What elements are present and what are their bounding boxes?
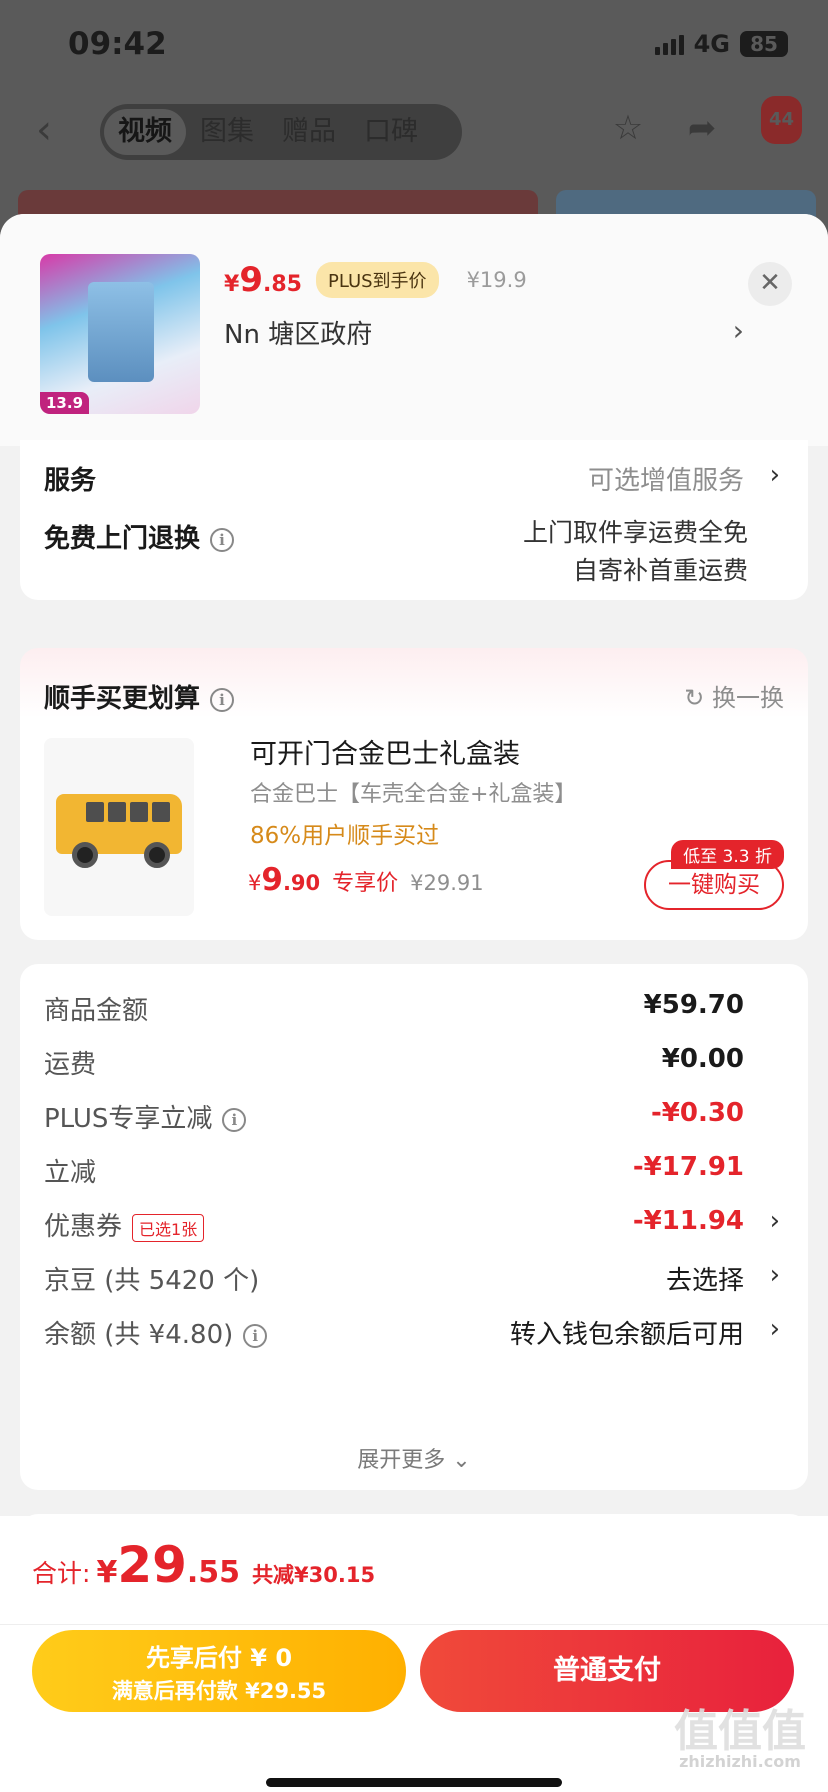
chevron-right-icon: › [732,314,744,347]
chevron-right-icon: › [769,1206,780,1236]
message-count-badge: 44 [760,96,802,144]
close-button[interactable]: ✕ [748,262,792,306]
fee-value: ¥59.70 [643,990,744,1020]
coupon-row-label[interactable]: 优惠券 已选1张 [44,1206,205,1243]
free-return-label: 免费上门退换 i [44,518,235,555]
recommend-social-proof: 86%用户顺手买过 [250,823,440,849]
address-text: Nn 塘区政府 [224,320,373,350]
product-thumbnail: 13.9 [40,254,200,414]
exclusive-price-tag: 专享价 [332,871,399,896]
product-price: ¥9.85 [224,260,302,300]
product-image [88,282,154,382]
background-page: 09:42 4G 85 ‹ 视频 图集 赠品 口碑 ☆ ➦ ⋯ 44 [0,0,828,240]
chevron-right-icon: › [769,1314,780,1344]
recommend-item-name[interactable]: 可开门合金巴士礼盒装 [250,732,520,771]
status-time: 09:42 [68,26,167,62]
fee-value: -¥17.91 [632,1152,744,1182]
jingdou-value[interactable]: 去选择 [666,1260,744,1297]
back-icon[interactable]: ‹ [36,110,66,150]
home-indicator [266,1778,562,1787]
chevron-right-icon: › [769,1260,780,1290]
checkout-bar: 合计: ¥ 29 .55 共减¥30.15 先享后付 ¥ 0 满意后再付款 ¥2… [0,1516,828,1792]
total-label: 合计: [32,1559,91,1588]
jingdou-label: 京豆 (共 5420 个) [44,1266,260,1296]
share-icon[interactable]: ➦ [680,106,724,150]
fee-label: 商品金额 [44,996,149,1026]
services-label: 服务 [44,466,97,496]
recommend-original-price: ¥29.91 [410,871,484,895]
info-icon[interactable]: i [210,527,235,552]
recommend-card: 顺手买更划算 i ↻ 换一换 可开门合金巴士礼盒装 合金巴士【车壳全合金+礼盒装】… [20,648,808,940]
watermark-logo: 值值值 zhizhizhi.com [674,1706,806,1772]
product-header: 13.9 ¥9.85 PLUS到手价 ¥19.9 ✕ Nn 塘区政府 › [0,214,828,446]
normal-pay-button[interactable]: 普通支付 [420,1630,794,1712]
product-price-row: ¥9.85 PLUS到手价 ¥19.9 [224,260,527,302]
info-icon[interactable]: i [210,687,235,712]
fee-label: 立减 [44,1158,97,1188]
status-bar: 09:42 4G 85 [0,0,828,90]
nav-bar: ‹ 视频 图集 赠品 口碑 ☆ ➦ ⋯ 44 [0,96,828,164]
pay-later-button[interactable]: 先享后付 ¥ 0 满意后再付款 ¥29.55 [32,1630,406,1712]
signal-icon [654,33,684,55]
refresh-icon: ↻ [684,684,705,712]
expand-more-button[interactable]: 展开更多 ⌄ [20,1442,808,1474]
chevron-down-icon: ⌄ [452,1448,471,1473]
swap-button[interactable]: ↻ 换一换 [684,678,784,713]
battery-icon: 85 [740,31,788,57]
plus-price-tag: PLUS到手价 [315,262,439,298]
discount-badge: 低至 3.3 折 [671,840,784,869]
recommend-item-desc: 合金巴士【车壳全合金+礼盒装】 [250,782,577,807]
tab-reviews[interactable]: 口碑 [350,109,432,155]
chevron-right-icon: › [769,460,780,490]
balance-label: 余额 (共 ¥4.80) i [44,1314,268,1351]
more-icon[interactable]: ⋯ 44 [754,96,802,150]
star-icon[interactable]: ☆ [606,106,650,150]
tab-gallery[interactable]: 图集 [186,109,268,155]
services-value[interactable]: 可选增值服务 [588,460,744,497]
fee-label: PLUS专享立减 i [44,1098,247,1135]
address-selector[interactable]: Nn 塘区政府 › [224,314,744,351]
services-card: 服务 可选增值服务 › 免费上门退换 i 上门取件享运费全免 自寄补首重运费 [20,440,808,600]
nav-actions: ☆ ➦ ⋯ 44 [606,96,802,150]
status-indicators: 4G 85 [654,30,788,58]
total-row: 合计: ¥ 29 .55 共减¥30.15 [32,1536,376,1594]
divider [0,1624,828,1625]
total-amount: 29 [117,1536,187,1594]
media-tabs: 视频 图集 赠品 口碑 [100,104,462,160]
coupon-selected-tag: 已选1张 [132,1213,205,1242]
total-savings: 共减¥30.15 [252,1563,376,1587]
close-icon: ✕ [759,268,781,298]
info-icon[interactable]: i [222,1107,247,1132]
coupon-value[interactable]: -¥11.94 [633,1206,744,1236]
recommend-price: ¥ 9 .90 专享价 ¥29.91 [248,862,484,898]
thumbnail-price: 13.9 [40,392,90,414]
free-return-detail: 上门取件享运费全免 自寄补首重运费 [522,518,748,585]
tab-video[interactable]: 视频 [104,109,186,155]
balance-value[interactable]: 转入钱包余额后可用 [510,1314,744,1351]
fee-value: ¥0.00 [661,1044,744,1074]
tab-gifts[interactable]: 赠品 [268,109,350,155]
bus-product-image[interactable] [44,738,194,916]
recommend-title: 顺手买更划算 i [44,678,235,715]
fee-breakdown-card: 商品金额 ¥59.70 运费 ¥0.00 PLUS专享立减 i -¥0.30 立减… [20,964,808,1490]
original-price: ¥19.9 [466,268,527,292]
network-type: 4G [693,30,730,58]
fee-value: -¥0.30 [650,1098,744,1128]
fee-label: 运费 [44,1050,97,1080]
info-icon[interactable]: i [243,1323,268,1348]
